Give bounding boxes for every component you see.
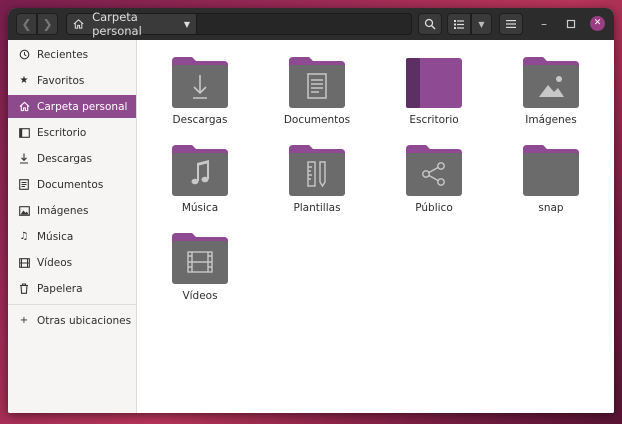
sidebar-item-label: Vídeos [37, 256, 73, 269]
folder-icon [289, 145, 345, 196]
folder-plantillas[interactable]: Plantillas [267, 143, 367, 223]
folder-icon [172, 233, 228, 284]
folder-musica[interactable]: Música [150, 143, 250, 223]
home-icon [73, 19, 84, 29]
folder-descargas[interactable]: Descargas [150, 55, 250, 135]
chevron-right-icon: ❯ [42, 17, 53, 31]
chevron-left-icon: ❮ [21, 17, 32, 31]
home-icon [18, 101, 30, 113]
desktop-folder-icon [406, 58, 462, 108]
sidebar-item-label: Papelera [37, 282, 83, 295]
forward-button[interactable]: ❯ [37, 13, 58, 35]
sidebar-item-documentos[interactable]: Documentos [8, 173, 136, 196]
music-icon: ♫ [19, 231, 29, 242]
folder-label: Vídeos [182, 290, 218, 302]
list-view-button[interactable] [447, 13, 471, 35]
folder-icon [406, 145, 462, 196]
sidebar: Recientes ★ Favoritos Carpeta personal E… [8, 40, 137, 413]
close-icon: ✕ [593, 18, 602, 28]
chevron-down-icon: ▼ [183, 19, 190, 29]
sidebar-item-label: Música [37, 230, 74, 243]
search-button[interactable] [418, 13, 442, 35]
sidebar-item-label: Imágenes [37, 204, 89, 217]
folder-label: snap [538, 202, 564, 214]
chevron-down-icon: ▼ [478, 19, 485, 29]
folder-icon [172, 145, 228, 196]
sidebar-item-favoritos[interactable]: ★ Favoritos [8, 69, 136, 92]
file-manager-window: ❮ ❯ Carpeta personal ▼ ▼ – ✕ Recientes ★… [8, 8, 614, 413]
minimize-button[interactable]: – [536, 16, 552, 32]
path-bar: Carpeta personal ▼ [66, 10, 412, 38]
folder-label: Música [181, 202, 219, 214]
sidebar-item-label: Descargas [37, 152, 92, 165]
header-bar: ❮ ❯ Carpeta personal ▼ ▼ – ✕ [8, 8, 614, 41]
minimize-icon: – [541, 17, 547, 31]
sidebar-item-descargas[interactable]: Descargas [8, 147, 136, 170]
sidebar-item-otras-ubicaciones[interactable]: + Otras ubicaciones [8, 309, 136, 332]
folder-documentos[interactable]: Documentos [267, 55, 367, 135]
sidebar-item-imagenes[interactable]: Imágenes [8, 199, 136, 222]
folder-snap[interactable]: snap [501, 143, 601, 223]
star-icon: ★ [19, 75, 29, 86]
view-options-button[interactable]: ▼ [471, 13, 492, 35]
folder-publico[interactable]: Público [384, 143, 484, 223]
sidebar-item-escritorio[interactable]: Escritorio [8, 121, 136, 144]
sidebar-item-label: Favoritos [37, 74, 85, 87]
document-icon [18, 179, 30, 191]
sidebar-item-papelera[interactable]: Papelera [8, 277, 136, 300]
sidebar-item-label: Escritorio [37, 126, 87, 139]
close-button[interactable]: ✕ [590, 16, 605, 31]
folder-escritorio[interactable]: Escritorio [384, 55, 484, 135]
maximize-button[interactable] [563, 16, 579, 32]
folder-label: Escritorio [409, 114, 459, 126]
folder-label: Imágenes [525, 114, 577, 126]
main-menu-button[interactable] [499, 13, 523, 35]
folder-view: Descargas Documentos Escritorio Imágenes… [137, 40, 614, 413]
folder-label: Plantillas [293, 202, 341, 214]
folder-videos[interactable]: Vídeos [150, 231, 250, 311]
sidebar-item-label: Documentos [37, 178, 104, 191]
back-button[interactable]: ❮ [16, 13, 37, 35]
image-icon [18, 205, 30, 217]
sidebar-item-label: Carpeta personal [37, 100, 128, 113]
folder-label: Público [415, 202, 453, 214]
breadcrumb-home[interactable]: Carpeta personal ▼ [67, 10, 197, 38]
sidebar-item-videos[interactable]: Vídeos [8, 251, 136, 274]
list-view-icon [454, 19, 464, 29]
sidebar-item-musica[interactable]: ♫ Música [8, 225, 136, 248]
sidebar-item-label: Recientes [37, 48, 89, 61]
folder-label: Documentos [283, 114, 351, 126]
hamburger-icon [506, 20, 516, 28]
sidebar-item-recientes[interactable]: Recientes [8, 43, 136, 66]
maximize-icon [566, 19, 576, 29]
folder-icon [172, 57, 228, 108]
breadcrumb-label: Carpeta personal [92, 10, 142, 38]
sidebar-item-label: Otras ubicaciones [37, 314, 132, 327]
clock-icon [18, 49, 30, 61]
sidebar-item-carpeta-personal[interactable]: Carpeta personal [8, 95, 136, 118]
trash-icon [18, 283, 30, 295]
folder-icon [523, 145, 579, 196]
search-icon [424, 18, 436, 30]
video-icon [18, 257, 30, 269]
folder-imagenes[interactable]: Imágenes [501, 55, 601, 135]
desktop-icon [18, 127, 30, 139]
folder-icon [289, 57, 345, 108]
folder-icon [523, 57, 579, 108]
folder-label: Descargas [172, 114, 228, 126]
plus-icon: + [19, 315, 29, 326]
download-icon [18, 153, 30, 165]
sidebar-separator [8, 304, 136, 305]
